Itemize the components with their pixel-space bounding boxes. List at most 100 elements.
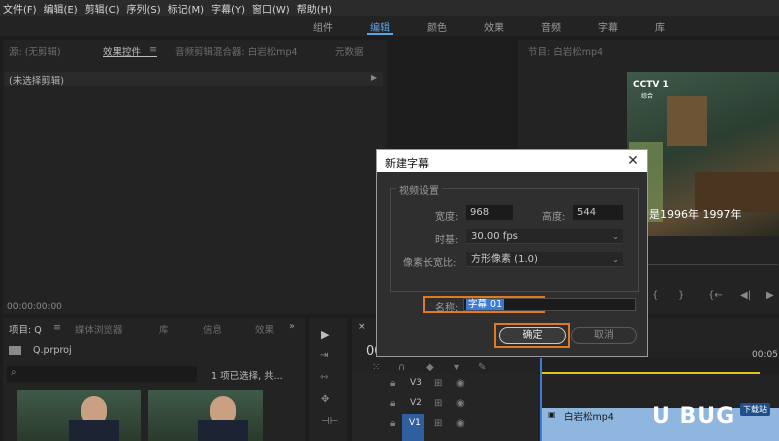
tab-audio-clip-mixer[interactable]: 音频剪辑混合器: 白岩松mp4 xyxy=(175,44,298,58)
channel-sub: 综合 xyxy=(641,93,654,100)
tab-media-browser[interactable]: 媒体浏览器 xyxy=(75,322,123,336)
sync-lock-icon[interactable]: ⊞ xyxy=(434,398,442,409)
lock-icon[interactable]: 🔒︎ xyxy=(390,418,395,429)
clip-name: 白岩松mp4 xyxy=(564,412,614,423)
play-icon[interactable]: ▶ xyxy=(766,290,774,301)
clip-thumbnail-2[interactable] xyxy=(148,390,263,441)
source-timecode: 00:00:00:00 xyxy=(7,302,62,312)
linked-selection-icon[interactable]: ∩ xyxy=(398,362,405,373)
ripple-edit-tool-icon[interactable]: ⇿ xyxy=(320,372,328,383)
menu-clip[interactable]: 剪辑(C) xyxy=(82,1,124,16)
menu-window[interactable]: 窗口(W) xyxy=(249,1,294,16)
watermark-text: U BUG xyxy=(652,404,736,429)
project-panel-menu-icon[interactable]: ≡ xyxy=(53,322,61,333)
razor-tool-icon[interactable]: ✥ xyxy=(321,394,329,405)
name-input[interactable]: 字幕 01 xyxy=(463,298,636,311)
pixel-aspect-label: 像素长宽比: xyxy=(403,258,457,269)
workspace-tab-titles[interactable]: 字幕 xyxy=(598,19,618,34)
snap-icon[interactable]: ⁙ xyxy=(372,362,380,373)
no-clip-label: (未选择剪辑) xyxy=(9,76,64,87)
workspace-tab-editing[interactable]: 编辑 xyxy=(370,19,390,34)
active-tab-indicator xyxy=(367,33,393,35)
menu-file[interactable]: 文件(F) xyxy=(0,1,41,16)
search-icon: ⌕ xyxy=(11,367,17,378)
clip-fx-icon: ▣ xyxy=(548,410,556,419)
workspace-tab-effects[interactable]: 效果 xyxy=(484,19,504,34)
dialog-title: 新建字幕 xyxy=(385,157,429,170)
chevron-down-icon: ⌄ xyxy=(612,255,619,264)
marker-icon[interactable]: ▾ xyxy=(454,362,459,373)
timeline-ruler[interactable]: 00:05:0 xyxy=(540,350,779,374)
chevron-down-icon: ⌄ xyxy=(612,232,619,241)
selection-status: 1 项已选择, 共... xyxy=(211,371,283,382)
add-marker-icon[interactable]: ◆ xyxy=(426,362,434,373)
video-settings-heading: 视频设置 xyxy=(396,182,442,197)
menu-edit[interactable]: 编辑(E) xyxy=(41,1,82,16)
eye-icon[interactable]: ◉ xyxy=(456,398,465,409)
more-tabs-icon[interactable]: » xyxy=(289,321,295,332)
timeline-close-icon[interactable]: × xyxy=(358,322,366,332)
go-to-in-icon[interactable]: {← xyxy=(708,290,723,301)
ruler-label: 00:05:0 xyxy=(752,350,779,360)
mark-out-icon[interactable]: } xyxy=(678,290,684,301)
track-v2-label: V2 xyxy=(410,398,422,408)
workspace-tab-color[interactable]: 颜色 xyxy=(427,19,447,34)
workspace-tabs: 组件 编辑 颜色 效果 音频 字幕 库 xyxy=(0,16,779,36)
video-cabinet xyxy=(667,96,707,146)
selection-tool-icon[interactable]: ▶ xyxy=(321,328,329,341)
track-v1-label: V1 xyxy=(409,418,421,428)
eye-icon[interactable]: ◉ xyxy=(456,418,465,429)
cancel-button[interactable]: 取消 xyxy=(571,327,637,344)
source-panel: 源: (无剪辑) 效果控件 ≡ 音频剪辑混合器: 白岩松mp4 元数据 (未选择… xyxy=(3,40,387,314)
thumb-suit xyxy=(69,420,119,441)
track-select-tool-icon[interactable]: ⇥ xyxy=(320,350,328,361)
width-field[interactable]: 968 xyxy=(466,205,513,220)
ok-button[interactable]: 确定 xyxy=(499,327,566,344)
tab-program[interactable]: 节目: 白岩松mp4 xyxy=(528,44,603,58)
tab-source[interactable]: 源: (无剪辑) xyxy=(9,44,61,58)
tab-effects[interactable]: 效果 xyxy=(255,322,274,336)
watermark-badge: 下载站 xyxy=(740,403,770,416)
project-file-name: Q.prproj xyxy=(33,345,72,356)
menu-sequence[interactable]: 序列(S) xyxy=(123,1,164,16)
sync-lock-icon[interactable]: ⊞ xyxy=(434,418,442,429)
tab-libraries[interactable]: 库 xyxy=(159,322,169,336)
sync-lock-icon[interactable]: ⊞ xyxy=(434,378,442,389)
tab-project[interactable]: 项目: Q xyxy=(9,322,42,336)
work-area-bar[interactable] xyxy=(540,372,760,374)
height-label: 高度: xyxy=(542,212,566,223)
step-back-icon[interactable]: ◀| xyxy=(740,290,751,301)
timebase-value: 30.00 fps xyxy=(471,231,518,242)
thumb-suit xyxy=(198,420,248,441)
project-search[interactable]: ⌕ xyxy=(7,366,197,382)
play-arrow-icon[interactable]: ▶ xyxy=(371,73,377,82)
program-scrub-line xyxy=(626,264,778,265)
workspace-tab-libraries[interactable]: 库 xyxy=(655,19,665,34)
slip-tool-icon[interactable]: ⊣⊢ xyxy=(321,416,338,427)
close-icon[interactable]: ✕ xyxy=(623,151,643,171)
track-headers: 🔒︎ V3 ⊞ ◉ 🔒︎ V2 ⊞ ◉ 🔒︎ V1 ⊞ ◉ xyxy=(352,374,538,441)
menu-help[interactable]: 帮助(H) xyxy=(294,1,336,16)
eye-icon[interactable]: ◉ xyxy=(456,378,465,389)
menu-title[interactable]: 字幕(Y) xyxy=(208,1,249,16)
workspace-tab-assembly[interactable]: 组件 xyxy=(313,19,333,34)
lock-icon[interactable]: 🔒︎ xyxy=(390,398,395,409)
height-field[interactable]: 544 xyxy=(573,205,623,220)
workspace-tab-audio[interactable]: 音频 xyxy=(541,19,561,34)
program-video-frame: CCTV 1 综合 大约是1996年 1997年 xyxy=(627,72,779,236)
width-label: 宽度: xyxy=(435,212,459,223)
dialog-body: 视频设置 宽度: 968 高度: 544 时基: 30.00 fps ⌄ 像素长… xyxy=(377,172,647,356)
timebase-select[interactable]: 30.00 fps ⌄ xyxy=(466,229,623,244)
pixel-aspect-select[interactable]: 方形像素 (1.0) ⌄ xyxy=(466,252,623,267)
clip-thumbnail-1[interactable] xyxy=(17,390,141,441)
menu-marker[interactable]: 标记(M) xyxy=(165,1,208,16)
mark-in-icon[interactable]: { xyxy=(652,290,658,301)
pixel-aspect-value: 方形像素 (1.0) xyxy=(471,254,538,265)
folder-icon xyxy=(9,346,21,355)
panel-menu-icon[interactable]: ≡ xyxy=(149,44,157,55)
lock-icon[interactable]: 🔒︎ xyxy=(390,378,395,389)
menu-bar: 文件(F) 编辑(E) 剪辑(C) 序列(S) 标记(M) 字幕(Y) 窗口(W… xyxy=(0,0,779,16)
settings-wrench-icon[interactable]: ✎ xyxy=(478,362,486,373)
tab-metadata[interactable]: 元数据 xyxy=(335,44,364,58)
tab-info[interactable]: 信息 xyxy=(203,322,222,336)
